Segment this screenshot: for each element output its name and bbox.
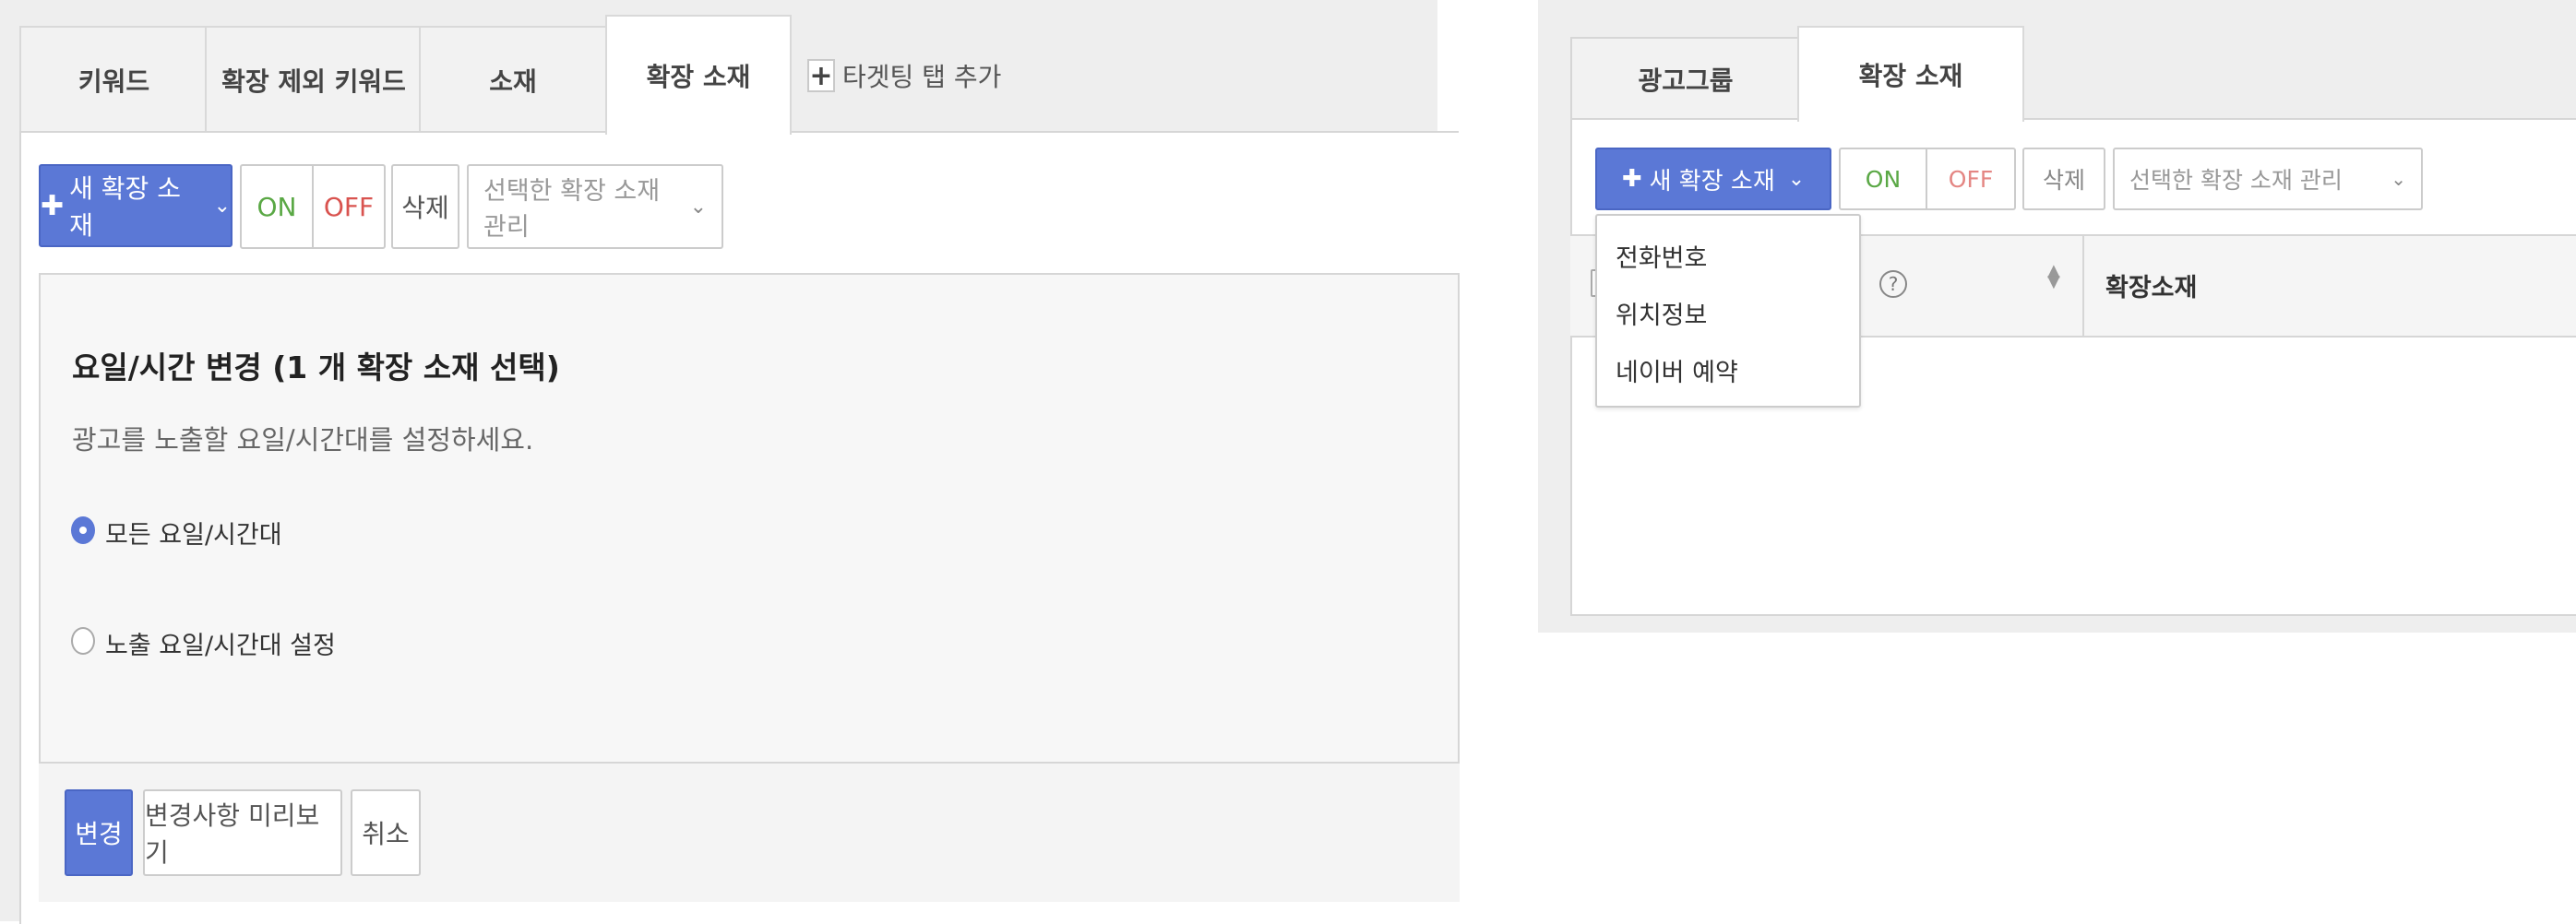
plus-icon: ✚ (1621, 165, 1642, 193)
panel-title: 요일/시간 변경 (1 개 확장 소재 선택) (72, 349, 560, 385)
column-header-extension: 확장소재 (2105, 274, 2198, 302)
plus-icon: + (807, 59, 835, 92)
preview-changes-button[interactable]: 변경사항 미리보기 (143, 789, 342, 876)
on-off-toggle-group: ON OFF (240, 164, 386, 249)
plus-icon: ✚ (41, 189, 65, 222)
on-button[interactable]: ON (242, 166, 314, 247)
on-off-toggle-group-right: ON OFF (1839, 148, 2016, 210)
tab-ad-group[interactable]: 광고그룹 (1570, 37, 1799, 120)
new-extension-button-right[interactable]: ✚ 새 확장 소재 ⌄ (1595, 148, 1831, 210)
add-targeting-tab-button[interactable]: + 타겟팅 탭 추가 (807, 57, 1001, 94)
tab-excluded-keyword[interactable]: 확장 제외 키워드 (205, 26, 421, 133)
on-button-right[interactable]: ON (1841, 149, 1927, 208)
manage-selected-select[interactable]: 선택한 확장 소재 관리 ⌄ (467, 164, 723, 249)
radio-custom-schedule[interactable] (71, 627, 95, 655)
chevron-down-icon: ⌄ (1787, 167, 1806, 191)
radio-all-schedule[interactable] (71, 516, 95, 544)
off-button[interactable]: OFF (314, 166, 384, 247)
new-extension-dropdown: 전화번호 위치정보 네이버 예약 (1595, 214, 1861, 408)
off-button-right[interactable]: OFF (1927, 149, 2014, 208)
dropdown-item-location[interactable]: 위치정보 (1616, 295, 1707, 331)
change-button[interactable]: 변경 (65, 789, 133, 876)
radio-all-schedule-label: 모든 요일/시간대 (105, 521, 282, 550)
chevron-down-icon: ⌄ (689, 195, 707, 219)
tab-extension-creative[interactable]: 확장 소재 (605, 15, 792, 135)
chevron-down-icon: ⌄ (213, 194, 231, 218)
tab-extension-creative-right[interactable]: 확장 소재 (1797, 26, 2024, 122)
dropdown-item-naver-booking[interactable]: 네이버 예약 (1616, 352, 1738, 388)
delete-button[interactable]: 삭제 (391, 164, 459, 249)
panel-description: 광고를 노출할 요일/시간대를 설정하세요. (72, 424, 534, 456)
column-divider (2082, 234, 2084, 338)
tab-creative[interactable]: 소재 (419, 26, 607, 133)
delete-button-right[interactable]: 삭제 (2022, 148, 2105, 210)
sort-icon[interactable]: ▲ ▼ (2047, 263, 2060, 290)
cancel-button[interactable]: 취소 (351, 789, 421, 876)
new-extension-button[interactable]: ✚ 새 확장 소재 ⌄ (39, 164, 233, 247)
chevron-down-icon: ⌄ (2391, 168, 2406, 190)
radio-custom-schedule-label: 노출 요일/시간대 설정 (105, 632, 336, 660)
tab-keyword[interactable]: 키워드 (19, 26, 207, 133)
manage-selected-select-right[interactable]: 선택한 확장 소재 관리 ⌄ (2113, 148, 2423, 210)
help-icon[interactable]: ? (1879, 270, 1907, 298)
dropdown-item-phone[interactable]: 전화번호 (1616, 238, 1707, 274)
